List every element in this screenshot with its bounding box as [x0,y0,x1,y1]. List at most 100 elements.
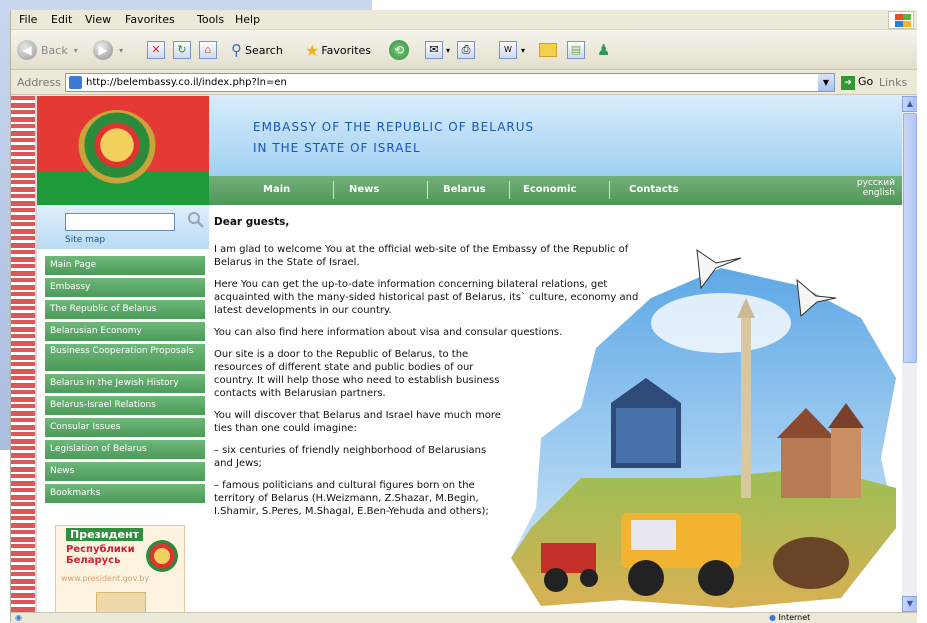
status-bar: ◉ ● Internet [11,612,917,623]
menu-help[interactable]: Help [235,13,260,26]
go-arrow-icon: ➜ [841,76,855,90]
search-icon[interactable] [187,211,205,229]
chevron-down-icon: ▾ [446,45,451,55]
header-banner [209,96,902,176]
top-nav: Main News Belarus Economic Contacts русс… [209,176,902,205]
search-icon: ⚲ [231,41,242,59]
sidebar-item-relations[interactable]: Belarus-Israel Relations [45,396,205,415]
banner-url: www.president.gov.by [61,574,150,583]
embassy-title-line2: IN THE STATE OF ISRAEL [253,141,421,155]
president-banner[interactable]: Президент Республики Беларусь www.presid… [55,525,185,612]
nav-separator [509,181,510,199]
mail-icon: ✉ [425,41,443,59]
address-label: Address [17,76,61,89]
chevron-down-icon: ▾ [521,45,526,55]
back-label: Back [41,43,68,57]
messenger-button[interactable]: ♟ [597,38,610,62]
sidebar-item-republic[interactable]: The Republic of Belarus [45,300,205,319]
forward-arrow-icon: ▶ [93,40,113,60]
messenger-icon: ♟ [597,41,611,59]
chevron-down-icon[interactable]: ▼ [818,74,834,91]
sidebar-item-consular[interactable]: Consular Issues [45,418,205,437]
research-icon: ▤ [567,41,585,59]
sidebar-item-business[interactable]: Business Cooperation Proposals [45,344,205,371]
forward-button[interactable]: ▶ ▾ [93,38,123,62]
sidebar-item-news[interactable]: News [45,462,205,481]
refresh-button[interactable]: ↻ [173,38,191,62]
sidebar-item-legislation[interactable]: Legislation of Belarus [45,440,205,459]
url-text: http://belembassy.co.il/index.php?ln=en [86,77,287,88]
page-icon [69,76,82,89]
favorites-button[interactable]: ★ Favorites [305,38,371,62]
ie-page-icon: ◉ [15,613,22,622]
edit-icon: W [499,41,517,59]
menu-file[interactable]: File [19,13,37,26]
favorites-label: Favorites [321,43,372,57]
menu-view[interactable]: View [85,13,111,26]
refresh-icon: ↻ [173,41,191,59]
nav-separator [427,181,428,199]
back-arrow-icon: ◀ [17,40,37,60]
nav-belarus[interactable]: Belarus [443,184,486,195]
menu-favorites[interactable]: Favorites [125,13,175,26]
edit-button[interactable]: W ▾ [499,38,525,62]
lang-russian-link[interactable]: русский [845,178,895,188]
paragraph: – six centuries of friendly neighborhood… [214,445,487,469]
chevron-down-icon: ▾ [73,45,78,55]
site-search-input[interactable] [65,213,175,231]
research-button[interactable]: ▤ [567,38,585,62]
globe-icon: ● [769,613,776,622]
menu-bar: File Edit View Favorites Tools Help [11,10,917,30]
home-button[interactable]: ⌂ [199,38,217,62]
sidebar-item-main-page[interactable]: Main Page [45,256,205,275]
vertical-scrollbar[interactable]: ▲ ▼ [902,96,917,612]
lang-english-link[interactable]: english [845,188,895,198]
banner-subtitle: Республики Беларусь [66,544,135,566]
back-button[interactable]: ◀ Back ▾ [17,38,78,62]
search-button[interactable]: ⚲ Search [231,38,283,62]
menu-edit[interactable]: Edit [51,13,72,26]
windows-logo-icon [888,11,914,29]
sidebar-item-jewish-history[interactable]: Belarus in the Jewish History [45,374,205,393]
nav-contacts[interactable]: Contacts [629,184,679,195]
browser-window: File Edit View Favorites Tools Help ◀ Ba… [10,10,917,623]
mail-button[interactable]: ✉ ▾ [425,38,450,62]
url-field[interactable]: http://belembassy.co.il/index.php?ln=en … [65,73,835,92]
stop-button[interactable]: ✕ [147,38,165,62]
toolbar: ◀ Back ▾ ▶ ▾ ✕ ↻ ⌂ ⚲ Search ★ Favorites … [11,30,917,70]
paragraph: Our site is a door to the Republic of Be… [214,349,500,399]
links-button[interactable]: Links [879,76,907,89]
print-button[interactable]: ⎙ [457,38,475,62]
star-icon: ★ [305,40,320,60]
scroll-down-icon[interactable]: ▼ [902,596,917,612]
banner-title: Президент [66,528,143,541]
scroll-up-icon[interactable]: ▲ [902,96,917,112]
folder-icon [539,43,557,57]
paragraph: – famous politicians and cultural figure… [214,480,489,517]
sidebar-item-embassy[interactable]: Embassy [45,278,205,297]
zone-label: Internet [778,613,811,622]
belarus-collage-image [511,248,896,608]
site-map-link[interactable]: Site map [65,235,105,245]
printer-icon: ⎙ [457,41,475,59]
nav-separator [333,181,334,199]
emblem-icon [146,540,178,572]
sidebar-item-economy[interactable]: Belarusian Economy [45,322,205,341]
history-button[interactable]: ⟲ [389,38,409,62]
sidebar-item-bookmarks[interactable]: Bookmarks [45,484,205,503]
folder-button[interactable] [539,38,557,62]
nav-main[interactable]: Main [263,184,290,195]
security-zone: ● Internet [769,613,810,622]
go-button[interactable]: ➜ Go [841,75,873,90]
ornament-border [11,96,35,612]
nav-news[interactable]: News [349,184,379,195]
language-switch: русский english [845,178,895,198]
scroll-thumb[interactable] [903,113,917,363]
chevron-down-icon: ▾ [119,45,124,55]
go-label: Go [858,75,874,88]
paragraph: You will discover that Belarus and Israe… [214,410,501,434]
sidebar-menu: Main Page Embassy The Republic of Belaru… [37,256,209,506]
menu-tools[interactable]: Tools [197,13,224,26]
nav-economic[interactable]: Economic [523,184,576,195]
page-viewport: EMBASSY OF THE REPUBLIC OF BELARUS IN TH… [11,96,902,612]
